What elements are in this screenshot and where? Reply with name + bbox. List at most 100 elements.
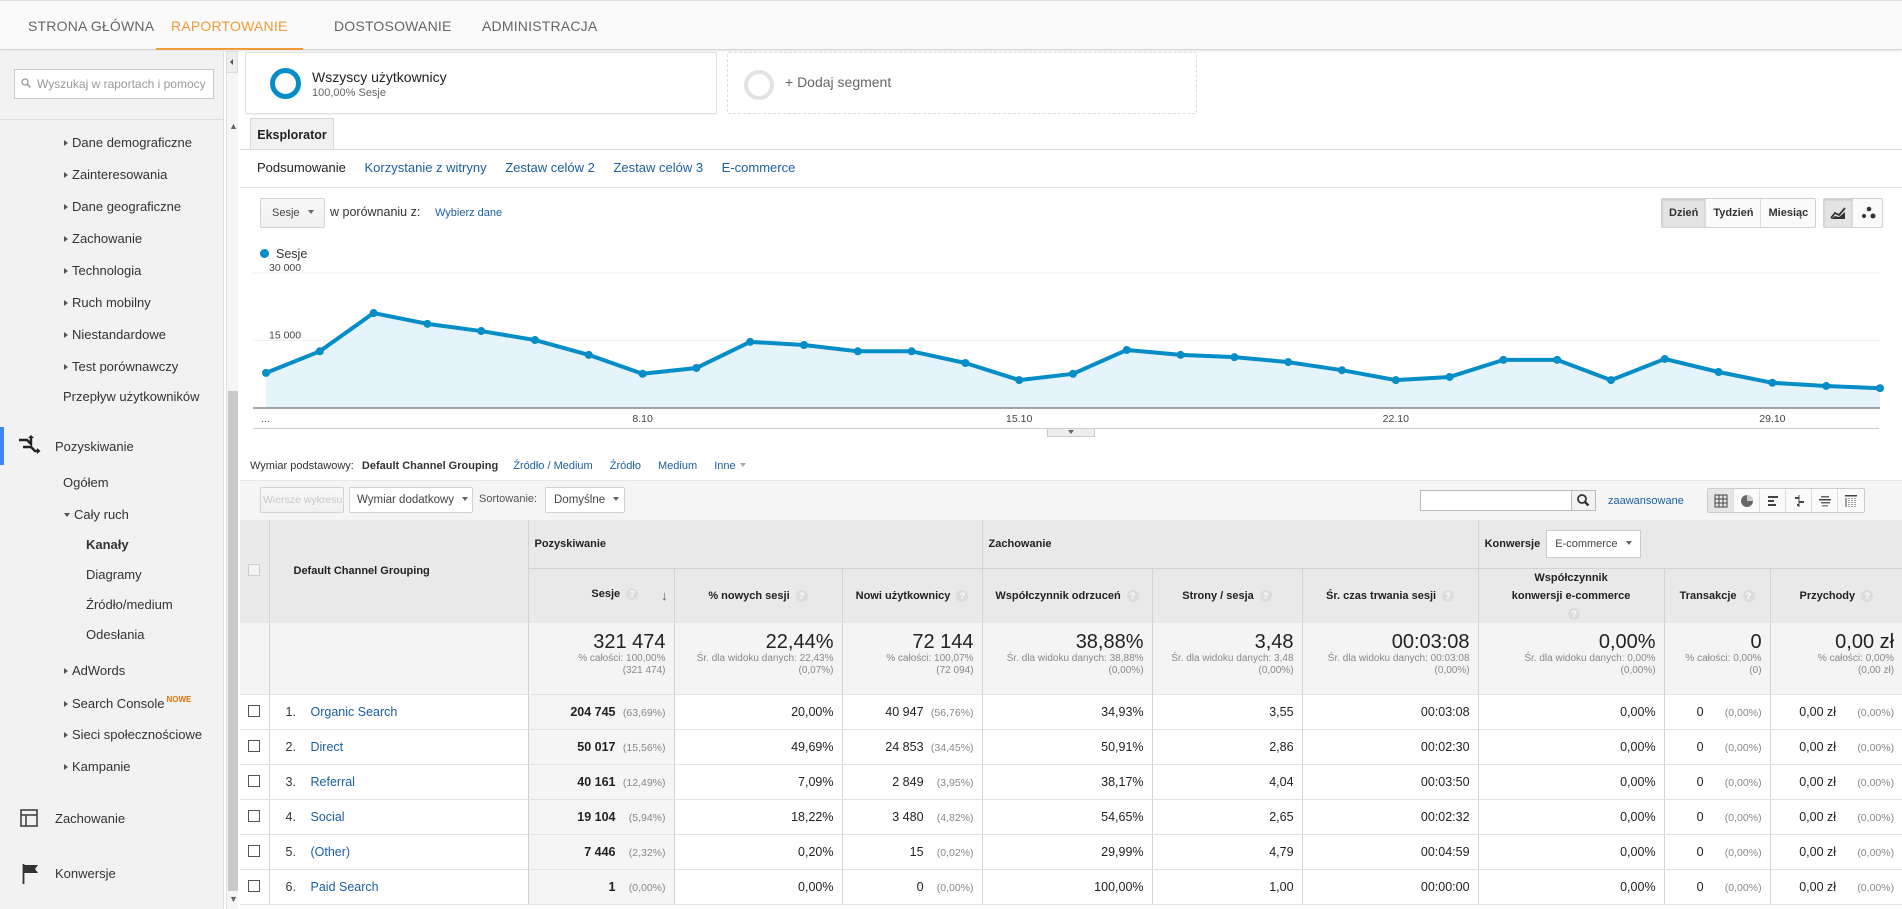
help-icon[interactable]: ? — [1861, 589, 1874, 602]
scroll-down-icon[interactable]: ▼ — [229, 894, 238, 904]
data-point[interactable] — [746, 337, 755, 346]
data-point[interactable] — [423, 319, 432, 328]
sidebar-item-treemaps[interactable]: Diagramy — [86, 567, 142, 582]
data-point[interactable] — [1822, 381, 1831, 390]
sidebar-item-all-traffic[interactable]: Cały ruch — [64, 507, 129, 522]
data-point[interactable] — [1391, 376, 1400, 385]
sidebar-item-social[interactable]: Sieci społecznościowe — [64, 727, 202, 742]
sidebar-item-user-flow[interactable]: Przepływ użytkowników — [63, 389, 200, 404]
sidebar-item-search-console[interactable]: Search Console NOWE — [64, 695, 191, 711]
data-point[interactable] — [853, 347, 862, 356]
data-point[interactable] — [1284, 358, 1293, 367]
sidebar-item-conversions[interactable]: Konwersje — [55, 866, 116, 881]
col-header-avg-session-duration[interactable]: Śr. czas trwania sesji? — [1301, 568, 1479, 623]
sidebar-scrollbar[interactable]: ▲ ▼ — [226, 51, 238, 909]
data-point[interactable] — [1338, 366, 1346, 375]
select-all-checkbox[interactable] — [248, 563, 261, 576]
data-point[interactable] — [369, 309, 378, 318]
sidebar-item-overview[interactable]: Ogółem — [63, 475, 109, 490]
scrollbar-thumb[interactable] — [228, 391, 238, 891]
tab-customization[interactable]: DOSTOSOWANIE — [334, 1, 452, 50]
data-point[interactable] — [262, 368, 270, 377]
col-header-transactions[interactable]: Transakcje? — [1663, 568, 1771, 623]
sidebar-search-input[interactable]: Wyszukaj w raportach i pomocy — [14, 69, 214, 99]
view-term-cloud-button[interactable] — [1812, 489, 1838, 512]
row-checkbox[interactable] — [248, 774, 261, 787]
dimension-source-link[interactable]: Źródło — [610, 460, 641, 472]
data-point[interactable] — [1660, 354, 1669, 363]
col-header-ecommerce-conversion-rate[interactable]: Współczynnik konwersji e-commerce? — [1477, 568, 1665, 623]
data-point[interactable] — [315, 347, 324, 356]
subtab-site-usage[interactable]: Korzystanie z witryny — [365, 160, 487, 175]
granularity-week-button[interactable]: Tydzień — [1706, 199, 1762, 227]
row-checkbox[interactable] — [248, 739, 261, 752]
sidebar-item-geo[interactable]: Dane geograficzne — [64, 199, 181, 214]
data-point[interactable] — [1714, 368, 1723, 376]
col-header-new-sessions-pct[interactable]: % nowych sesji? — [673, 568, 842, 623]
view-data-button[interactable] — [1708, 489, 1734, 512]
tab-explorer[interactable]: Eksplorator — [250, 118, 334, 150]
data-point[interactable] — [961, 359, 970, 367]
select-metric-link[interactable]: Wybierz dane — [435, 207, 502, 219]
help-icon[interactable]: ? — [1442, 589, 1455, 602]
sidebar-item-adwords[interactable]: AdWords — [64, 663, 125, 678]
sidebar-item-technology[interactable]: Technologia — [64, 263, 141, 278]
tab-home[interactable]: STRONA GŁÓWNA — [28, 1, 154, 50]
sessions-line-chart[interactable]: 15 000 30 000... 8.10 15.10 22.10 29.10 — [240, 262, 1902, 427]
tab-admin[interactable]: ADMINISTRACJA — [482, 1, 597, 50]
col-header-sessions[interactable]: Sesje? ↓ — [527, 568, 674, 623]
data-point[interactable] — [1445, 372, 1454, 381]
data-point[interactable] — [584, 350, 593, 359]
subtab-goal-set-3[interactable]: Zestaw celów 3 — [613, 160, 703, 175]
sidebar-item-source-medium[interactable]: Źródło/medium — [86, 597, 173, 612]
channel-link[interactable]: (Other) — [311, 845, 351, 859]
col-header-bounce-rate[interactable]: Współczynnik odrzuceń? — [981, 568, 1153, 623]
chart-resize-handle[interactable] — [1047, 429, 1095, 437]
sidebar-item-custom[interactable]: Niestandardowe — [64, 327, 166, 342]
row-checkbox[interactable] — [248, 704, 261, 717]
row-checkbox[interactable] — [248, 809, 261, 822]
data-point[interactable] — [1069, 369, 1077, 378]
row-checkbox[interactable] — [248, 879, 261, 892]
col-header-pages-per-session[interactable]: Strony / sesja? — [1151, 568, 1303, 623]
channel-link[interactable]: Organic Search — [311, 705, 398, 719]
data-point[interactable] — [1607, 376, 1615, 385]
data-point[interactable] — [638, 369, 647, 378]
sidebar-item-demographics[interactable]: Dane demograficzne — [64, 135, 192, 150]
data-point[interactable] — [1015, 376, 1024, 385]
data-point[interactable] — [1768, 378, 1777, 387]
view-comparison-button[interactable] — [1786, 489, 1812, 512]
col-header-revenue[interactable]: Przychody? — [1769, 568, 1902, 623]
data-point[interactable] — [907, 347, 916, 356]
add-segment-button[interactable]: + Dodaj segment — [727, 52, 1197, 114]
advanced-filter-link[interactable]: zaawansowane — [1608, 495, 1684, 507]
dimension-source-medium-link[interactable]: Źródło / Medium — [513, 460, 592, 472]
conversions-select[interactable]: E-commerce — [1546, 529, 1641, 558]
view-percentage-button[interactable] — [1734, 489, 1760, 512]
sort-select[interactable]: Domyślne — [545, 487, 625, 513]
channel-link[interactable]: Direct — [311, 740, 344, 754]
channel-link[interactable]: Social — [311, 810, 345, 824]
sidebar-item-acquisition[interactable]: Pozyskiwanie — [55, 439, 134, 454]
data-point[interactable] — [1176, 350, 1185, 359]
dimension-header[interactable]: Default Channel Grouping — [268, 520, 528, 623]
data-point[interactable] — [1876, 384, 1884, 393]
help-icon[interactable]: ? — [956, 589, 969, 602]
data-point[interactable] — [800, 341, 808, 349]
col-header-new-users[interactable]: Nowi użytkownicy? — [841, 568, 983, 623]
help-icon[interactable]: ? — [1568, 607, 1581, 620]
help-icon[interactable]: ? — [626, 588, 639, 600]
sidebar-item-campaigns[interactable]: Kampanie — [64, 759, 131, 774]
data-point[interactable] — [531, 336, 539, 345]
scroll-up-icon[interactable]: ▲ — [229, 121, 238, 131]
motion-chart-button[interactable] — [1853, 199, 1882, 227]
sidebar-item-channels[interactable]: Kanały — [86, 537, 129, 552]
help-icon[interactable]: ? — [1259, 589, 1272, 602]
channel-link[interactable]: Paid Search — [311, 880, 379, 894]
sidebar-item-referrals[interactable]: Odesłania — [86, 627, 145, 642]
channel-link[interactable]: Referral — [311, 775, 355, 789]
data-point[interactable] — [1499, 355, 1508, 364]
data-point[interactable] — [1553, 355, 1562, 364]
row-checkbox[interactable] — [248, 844, 261, 857]
subtab-goal-set-2[interactable]: Zestaw celów 2 — [505, 160, 595, 175]
